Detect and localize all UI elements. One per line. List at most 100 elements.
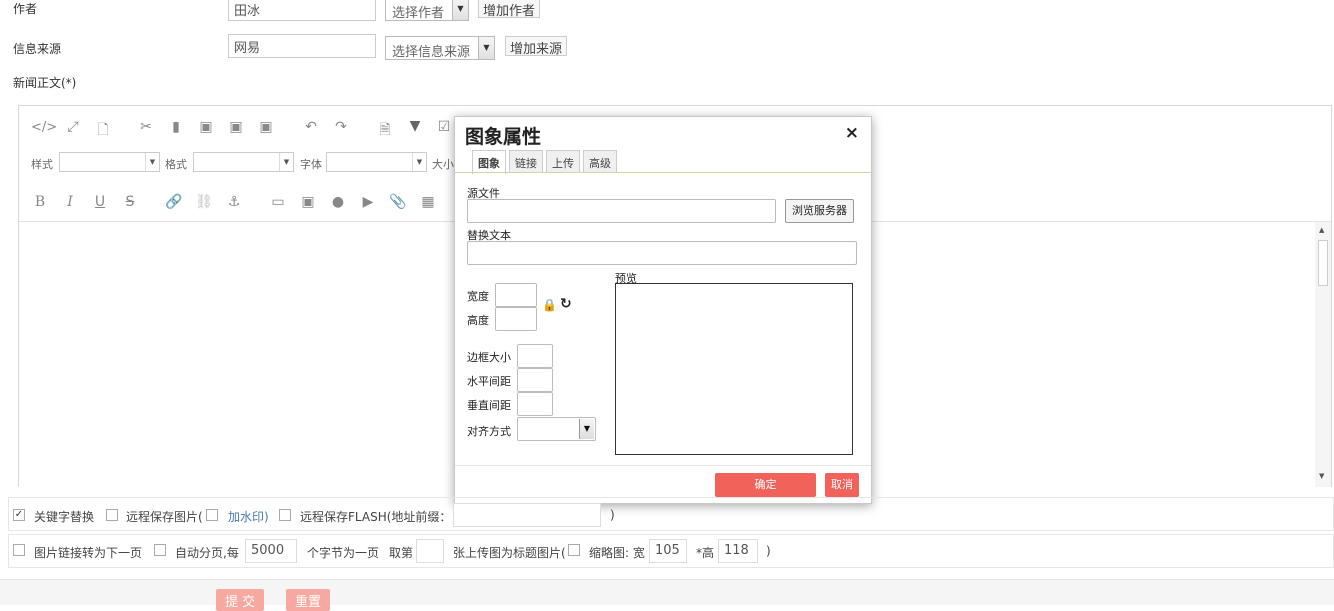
chevron-down-icon: ▼ — [145, 153, 159, 171]
nth-image-input[interactable] — [416, 539, 444, 563]
thumbnail-checkbox[interactable] — [568, 544, 580, 556]
author-input[interactable]: 田冰 — [228, 0, 376, 21]
cut-icon[interactable]: ✂ — [137, 119, 155, 135]
img-link-next-label: 图片链接转为下一页 — [34, 546, 143, 560]
scrollbar-thumb[interactable] — [1318, 240, 1328, 286]
tab-upload[interactable]: 上传 — [546, 150, 580, 173]
preview-icon[interactable]: 🗋 — [94, 119, 112, 143]
submit-button[interactable]: 提 交 — [216, 589, 265, 611]
remote-save-flash-label: 远程保存FLASH(地址前缀： — [300, 510, 452, 524]
border-label: 边框大小 — [467, 351, 511, 364]
footer-bar — [0, 579, 1334, 605]
remote-save-flash-checkbox[interactable] — [279, 509, 291, 521]
chars-per-page-label: 个字节为一页 — [307, 546, 380, 560]
watermark-label: 加水印) — [228, 510, 269, 524]
hspace-label: 水平间距 — [467, 375, 511, 388]
vspace-label: 垂直间距 — [467, 399, 511, 412]
bold-icon[interactable]: B — [31, 194, 49, 210]
unlink-icon[interactable]: ⛓ — [195, 194, 213, 210]
reset-button[interactable]: 重置 — [286, 589, 331, 611]
attach-icon[interactable]: 📎 — [389, 194, 407, 210]
tab-advanced[interactable]: 高级 — [583, 150, 617, 173]
find-icon[interactable]: 🗎 — [376, 119, 394, 143]
body-label: 新闻正文(*) — [13, 76, 77, 90]
table-icon[interactable]: ▦ — [419, 194, 437, 210]
remote-save-image-label: 远程保存图片( — [126, 510, 203, 524]
browse-server-button[interactable]: 浏览服务器 — [785, 199, 854, 223]
filter-icon[interactable]: ▼ — [406, 118, 424, 134]
watermark-checkbox[interactable] — [206, 509, 218, 521]
height-label: 高度 — [467, 314, 489, 327]
maximize-icon[interactable]: ⤢ — [64, 119, 82, 135]
chevron-down-icon: ▼ — [279, 153, 293, 171]
undo-icon[interactable]: ↶ — [302, 119, 320, 135]
underline-icon[interactable]: U — [91, 194, 109, 210]
redo-icon[interactable]: ↷ — [332, 119, 350, 135]
close-paren-label: ) — [610, 508, 615, 522]
remote-save-image-checkbox[interactable] — [106, 509, 118, 521]
source-select[interactable]: 选择信息来源 ▼ — [385, 36, 495, 60]
align-select[interactable]: ▼ — [517, 417, 596, 441]
format-combo[interactable]: ▼ — [193, 152, 294, 172]
lock-icon[interactable]: 🔒 — [542, 298, 557, 312]
close-icon[interactable]: × — [845, 123, 859, 143]
source-file-input[interactable] — [467, 199, 776, 223]
image-preview — [615, 283, 853, 455]
vspace-input[interactable] — [517, 392, 553, 416]
paste-word-icon[interactable]: ▣ — [257, 119, 275, 135]
keyword-replace-label: 关键字替换 — [34, 510, 95, 524]
tab-link[interactable]: 链接 — [509, 150, 543, 173]
auto-page-label: 自动分页,每 — [175, 546, 239, 560]
flash-icon[interactable]: ● — [329, 194, 347, 210]
add-author-button[interactable]: 增加作者 — [478, 0, 541, 19]
add-source-button[interactable]: 增加来源 — [505, 36, 568, 57]
italic-icon[interactable]: I — [61, 194, 79, 210]
media-icon[interactable]: ▶ — [359, 194, 377, 210]
paste-text-icon[interactable]: ▣ — [227, 119, 245, 135]
auto-page-checkbox[interactable] — [154, 544, 166, 556]
author-select[interactable]: 选择作者 ▼ — [385, 0, 469, 21]
author-label: 作者 — [13, 2, 38, 16]
alt-text-input[interactable] — [467, 241, 857, 265]
paste-icon[interactable]: ▣ — [197, 119, 215, 135]
source-select-value: 选择信息来源 — [392, 45, 471, 60]
format-label: 格式 — [165, 158, 187, 171]
img-link-next-checkbox[interactable] — [13, 544, 25, 556]
font-combo[interactable]: ▼ — [326, 152, 427, 172]
vertical-scrollbar[interactable]: ▲ ▼ — [1315, 222, 1331, 487]
page-chars-input[interactable]: 5000 — [245, 539, 297, 563]
cancel-button[interactable]: 取消 — [825, 473, 859, 497]
strike-icon[interactable]: S — [121, 194, 139, 210]
scroll-down-icon[interactable]: ▼ — [1319, 472, 1324, 480]
code-icon[interactable]: </> — [31, 120, 57, 135]
thumb-height-input[interactable]: 118 — [718, 539, 758, 563]
hspace-input[interactable] — [517, 368, 553, 392]
image-icon[interactable]: ▭ — [269, 194, 287, 210]
border-input[interactable] — [517, 344, 553, 368]
ok-button[interactable]: 确定 — [715, 473, 816, 497]
thumbnail-height-label: *高 — [696, 546, 715, 560]
author-select-value: 选择作者 — [392, 6, 445, 21]
chevron-down-icon: ▼ — [412, 153, 426, 171]
size-label: 大小 — [432, 158, 454, 171]
image2-icon[interactable]: ▣ — [299, 194, 317, 210]
thumb-width-input[interactable]: 105 — [649, 539, 687, 563]
flash-prefix-input[interactable] — [453, 503, 601, 527]
reset-size-icon[interactable]: ↻ — [560, 296, 572, 312]
style-combo[interactable]: ▼ — [59, 152, 160, 172]
scroll-up-icon[interactable]: ▲ — [1319, 226, 1324, 234]
height-input[interactable] — [495, 307, 537, 331]
width-input[interactable] — [495, 283, 537, 307]
dialog-title: 图象属性 — [465, 126, 542, 148]
tab-image[interactable]: 图象 — [472, 150, 506, 174]
dialog-footer-divider — [455, 465, 871, 466]
end-paren-label: ) — [766, 544, 771, 558]
source-input[interactable]: 网易 — [228, 34, 376, 58]
link-icon[interactable]: 🔗 — [165, 194, 183, 210]
chevron-down-icon: ▼ — [478, 37, 494, 59]
copy-icon[interactable]: ▮ — [167, 119, 185, 135]
style-label: 样式 — [31, 158, 53, 171]
anchor-icon[interactable]: ⚓ — [225, 194, 243, 210]
checkbox-icon[interactable]: ☑ — [435, 119, 453, 135]
keyword-replace-checkbox[interactable]: ✓ — [13, 509, 25, 521]
